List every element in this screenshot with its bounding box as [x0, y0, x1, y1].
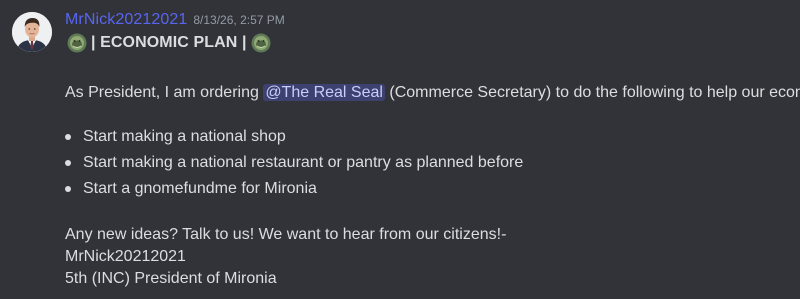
list-item: Start making a national shop	[65, 124, 792, 150]
chat-message: MrNick20212021 8/13/26, 2:57 PM | ECONOM…	[0, 0, 800, 299]
bullet-dot	[65, 160, 71, 166]
user-mention[interactable]: @The Real Seal	[263, 84, 385, 101]
bullet-dot	[65, 134, 71, 140]
closing-line: Any new ideas? Talk to us! We want to he…	[65, 226, 507, 243]
intro-text-after: (Commerce Secretary) to do the following…	[384, 84, 800, 101]
author-username[interactable]: MrNick20212021	[65, 9, 187, 31]
list-item: Start making a national restaurant or pa…	[65, 150, 792, 176]
message-title: | ECONOMIC PLAN |	[65, 31, 792, 55]
avatar-portrait	[12, 12, 52, 52]
list-item-text: Start making a national restaurant or pa…	[83, 154, 524, 171]
message-content: MrNick20212021 8/13/26, 2:57 PM | ECONOM…	[65, 9, 800, 290]
signature-title: 5th (INC) President of Mironia	[65, 270, 277, 287]
list-item-text: Start a gnomefundme for Mironia	[83, 180, 317, 197]
seal-emoji-icon[interactable]	[67, 33, 87, 53]
intro-line: As President, I am ordering @The Real Se…	[65, 82, 800, 104]
signature-name: MrNick20212021	[65, 248, 186, 265]
message-timestamp[interactable]: 8/13/26, 2:57 PM	[193, 9, 284, 31]
seal-emoji-icon[interactable]	[251, 33, 271, 53]
intro-text-before: As President, I am ordering	[65, 84, 264, 101]
bullet-dot	[65, 186, 71, 192]
list-item: Start a gnomefundme for Mironia	[65, 176, 792, 202]
message-header: MrNick20212021 8/13/26, 2:57 PM	[65, 9, 792, 31]
title-text: | ECONOMIC PLAN |	[91, 34, 247, 51]
bullet-list: Start making a national shop Start makin…	[65, 124, 792, 202]
list-item-text: Start making a national shop	[83, 128, 286, 145]
avatar[interactable]	[12, 12, 52, 52]
